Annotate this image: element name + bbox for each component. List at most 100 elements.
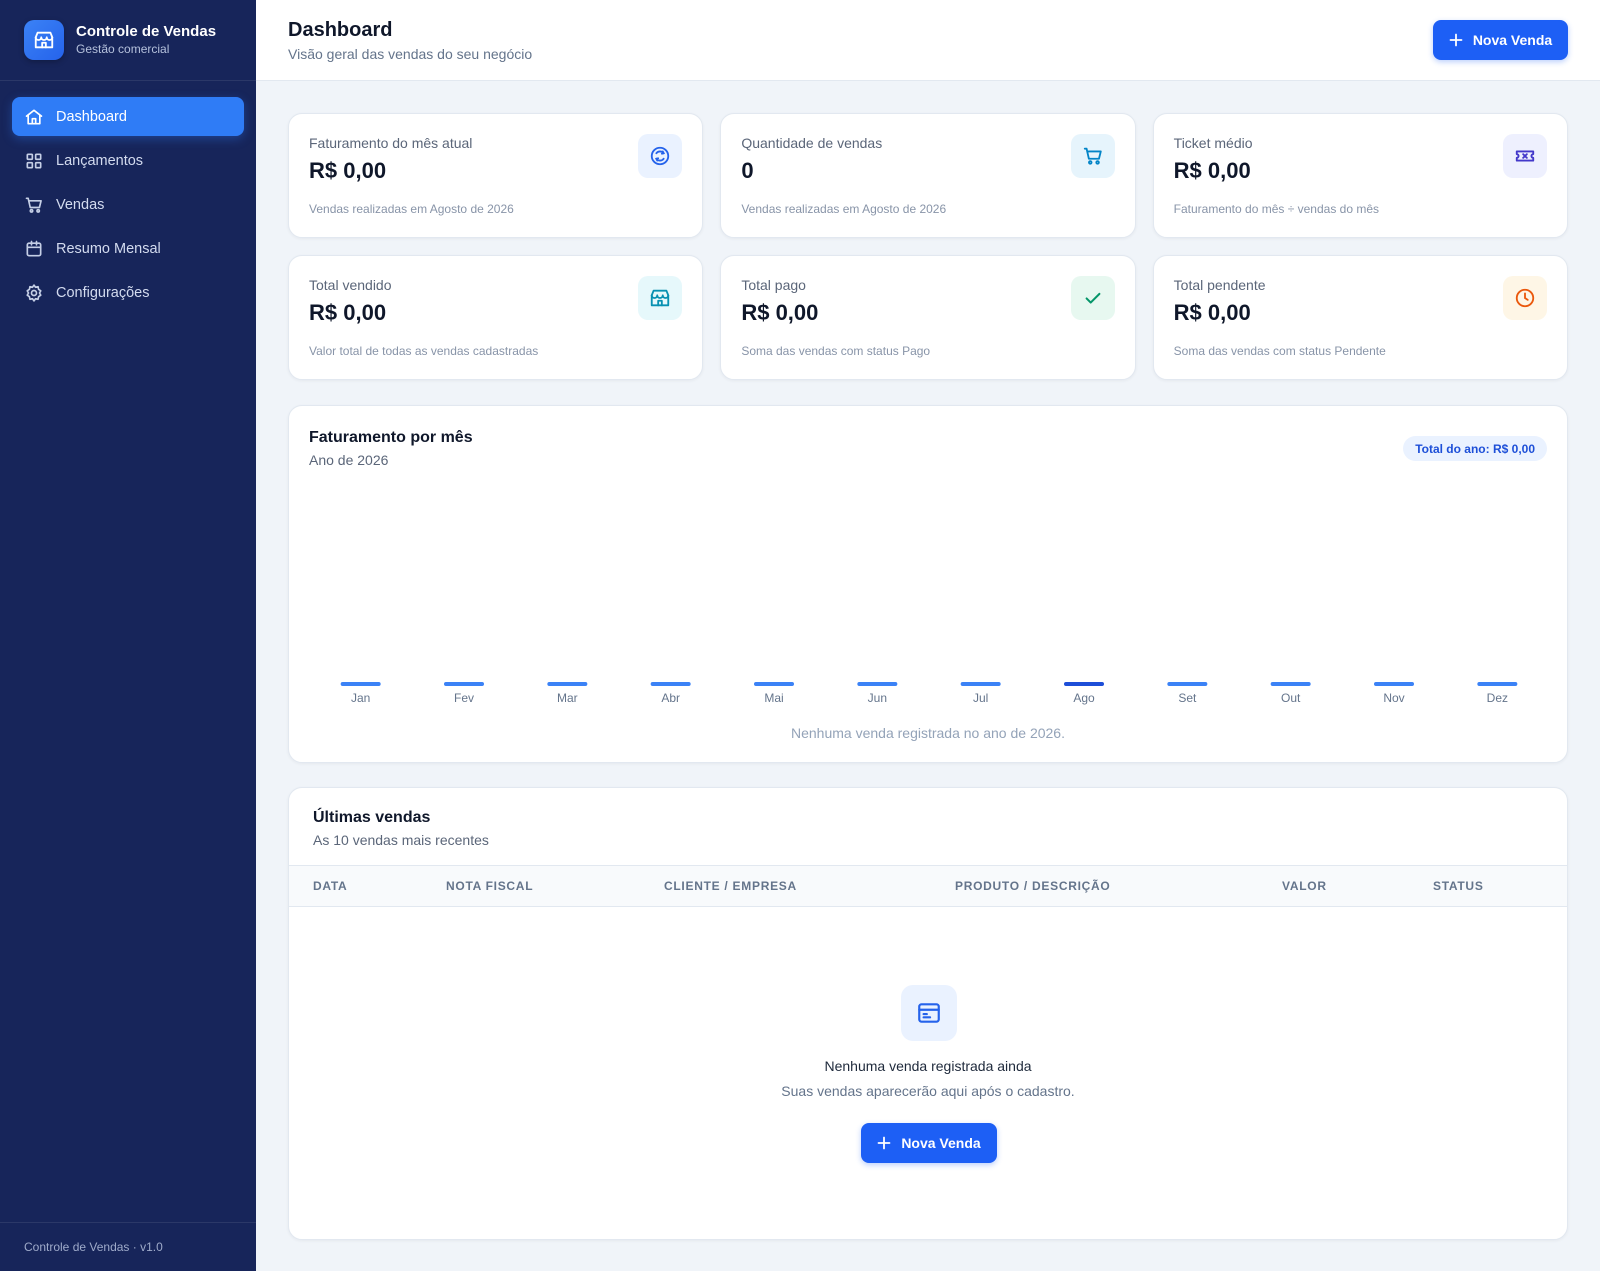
stat-card-faturamento-mes: Faturamento do mês atual R$ 0,00 Vendas … — [288, 113, 704, 238]
page-title: Dashboard — [288, 19, 393, 41]
stat-card-ticket-medio: Ticket médio R$ 0,00 Faturamento do mês … — [1152, 113, 1568, 238]
store-logo-icon — [24, 20, 64, 60]
stat-value: R$ 0,00 — [741, 300, 819, 325]
column-header-produto[interactable]: PRODUTO / DESCRIÇÃO — [955, 866, 1110, 906]
cart-icon — [24, 195, 44, 215]
ticket-icon — [1503, 134, 1547, 178]
x-tick-label: Abr — [661, 691, 680, 705]
bar-abr[interactable] — [650, 682, 691, 686]
stat-label: Faturamento do mês atual — [309, 135, 473, 151]
sidebar-item-label: Resumo Mensal — [56, 240, 161, 257]
stat-note: Soma das vendas com status Pago — [741, 344, 931, 358]
x-tick-label: Nov — [1383, 691, 1404, 705]
column-header-nota-fiscal[interactable]: NOTA FISCAL — [446, 866, 533, 906]
column-header-data[interactable]: DATA — [313, 866, 347, 906]
stat-card-quantidade-vendas: Quantidade de vendas 0 Vendas realizadas… — [720, 113, 1136, 238]
bar-ago[interactable] — [1064, 682, 1104, 686]
calendar-icon — [24, 239, 44, 259]
monthly-revenue-chart: Jan Fev Mar Abr Mai Jun Jul Ago Set Out Nov Dez — [340, 682, 1518, 705]
bar-jan[interactable] — [340, 682, 381, 686]
stat-note: Valor total de todas as vendas cadastrad… — [309, 344, 539, 358]
latest-sales-card: Últimas vendas As 10 vendas mais recente… — [288, 787, 1568, 1240]
clock-icon — [1503, 276, 1547, 320]
table-title: Últimas vendas — [313, 809, 431, 826]
stat-note: Vendas realizadas em Agosto de 2026 — [309, 202, 514, 216]
stat-value: R$ 0,00 — [309, 158, 387, 183]
new-sale-label: Nova Venda — [901, 1135, 981, 1151]
home-icon — [24, 107, 44, 127]
stat-label: Total pago — [741, 277, 806, 293]
chart-subtitle: Ano de 2026 — [309, 452, 389, 468]
gear-icon — [24, 283, 44, 303]
empty-state-title: Nenhuma venda registrada ainda — [824, 1058, 1032, 1074]
cart-icon — [1070, 134, 1115, 178]
stat-label: Ticket médio — [1173, 135, 1253, 151]
sidebar-item-label: Vendas — [56, 196, 105, 213]
x-tick-label: Ago — [1073, 691, 1095, 705]
stat-value: 0 — [741, 158, 754, 183]
sidebar-item-label: Lançamentos — [56, 152, 144, 169]
stat-label: Total pendente — [1173, 277, 1266, 293]
page-subtitle: Visão geral das vendas do seu negócio — [288, 46, 533, 62]
sidebar-item-lancamentos[interactable]: Lançamentos — [12, 141, 244, 180]
x-tick-label: Mar — [557, 691, 578, 705]
x-tick-label: Out — [1281, 691, 1301, 705]
bar-fev[interactable] — [444, 682, 484, 686]
monthly-revenue-chart-card: Faturamento por mês Ano de 2026 Total do… — [288, 405, 1568, 763]
column-header-status[interactable]: STATUS — [1433, 866, 1484, 906]
x-tick-label: Dez — [1487, 691, 1508, 705]
stats-grid: Faturamento do mês atual R$ 0,00 Vendas … — [288, 113, 1568, 380]
bar-set[interactable] — [1167, 682, 1208, 686]
x-tick-label: Fev — [454, 691, 474, 705]
stat-note: Faturamento do mês ÷ vendas do mês — [1173, 202, 1380, 216]
stat-card-total-pendente: Total pendente R$ 0,00 Soma das vendas c… — [1152, 255, 1568, 380]
table-header: DATA NOTA FISCAL CLIENTE / EMPRESA PRODU… — [289, 865, 1567, 907]
stat-value: R$ 0,00 — [1173, 300, 1251, 325]
sidebar-item-dashboard[interactable]: Dashboard — [12, 97, 244, 136]
stat-value: R$ 0,00 — [309, 300, 387, 325]
coin-icon — [638, 134, 683, 178]
bar-mar[interactable] — [547, 682, 588, 686]
sidebar-footer: Controle de Vendas · v1.0 — [0, 1222, 256, 1271]
year-total-badge: Total do ano: R$ 0,00 — [1403, 436, 1547, 461]
empty-sales-icon — [901, 985, 957, 1041]
x-tick-label: Jul — [973, 691, 988, 705]
check-icon — [1070, 276, 1115, 320]
column-header-valor[interactable]: VALOR — [1282, 866, 1327, 906]
stat-label: Quantidade de vendas — [741, 135, 883, 151]
new-sale-button[interactable]: Nova Venda — [1433, 20, 1568, 60]
bar-nov[interactable] — [1374, 682, 1414, 686]
stat-card-total-vendido: Total vendido R$ 0,00 Valor total de tod… — [288, 255, 704, 380]
empty-state-subtitle: Suas vendas aparecerão aqui após o cadas… — [781, 1083, 1075, 1099]
sidebar-item-vendas[interactable]: Vendas — [12, 185, 244, 224]
sidebar-nav: Dashboard Lançamentos Vendas Resumo Mens… — [0, 81, 256, 333]
sidebar-item-resumo-mensal[interactable]: Resumo Mensal — [12, 229, 244, 268]
chart-title: Faturamento por mês — [309, 429, 473, 446]
brand: Controle de Vendas Gestão comercial — [0, 0, 256, 81]
store-icon — [638, 276, 683, 320]
stat-label: Total vendido — [309, 277, 392, 293]
bar-jul[interactable] — [960, 682, 1001, 686]
page-header: Dashboard Visão geral das vendas do seu … — [256, 0, 1600, 81]
x-tick-label: Mai — [764, 691, 783, 705]
column-header-cliente[interactable]: CLIENTE / EMPRESA — [664, 866, 797, 906]
x-tick-label: Jan — [351, 691, 370, 705]
bar-jun[interactable] — [857, 682, 898, 686]
plus-icon — [1449, 33, 1463, 47]
bar-out[interactable] — [1270, 682, 1311, 686]
new-sale-label: Nova Venda — [1472, 32, 1553, 48]
grid-icon — [24, 151, 44, 171]
bar-dez[interactable] — [1477, 682, 1518, 686]
table-subtitle: As 10 vendas mais recentes — [313, 832, 489, 848]
stat-value: R$ 0,00 — [1173, 158, 1251, 183]
sidebar-item-configuracoes[interactable]: Configurações — [12, 273, 244, 312]
chart-empty-message: Nenhuma venda registrada no ano de 2026. — [791, 725, 1065, 741]
x-tick-label: Jun — [868, 691, 887, 705]
empty-new-sale-button[interactable]: Nova Venda — [861, 1123, 997, 1163]
bar-mai[interactable] — [754, 682, 794, 686]
x-tick-label: Set — [1178, 691, 1197, 705]
sidebar: Controle de Vendas Gestão comercial Dash… — [0, 0, 256, 1271]
stat-note: Soma das vendas com status Pendente — [1173, 344, 1386, 358]
plus-icon — [877, 1136, 891, 1150]
stat-note: Vendas realizadas em Agosto de 2026 — [741, 202, 947, 216]
